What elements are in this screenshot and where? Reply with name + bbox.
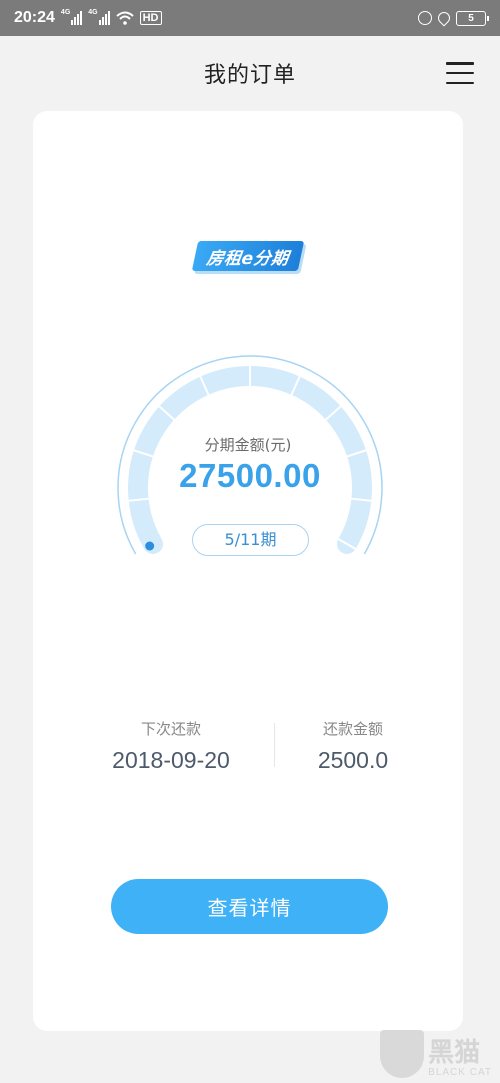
lock-circle-icon	[418, 11, 432, 25]
network-type-label-2: 4G	[88, 9, 98, 16]
payment-amount-value: 2500.0	[317, 747, 389, 773]
hamburger-menu-icon[interactable]	[446, 62, 474, 84]
gauge-start-dot	[145, 541, 155, 551]
cat-logo-icon	[380, 1030, 425, 1078]
wifi-icon	[115, 11, 134, 25]
period-badge: 5/11期	[192, 524, 309, 556]
watermark-en: BLACK CAT	[428, 1067, 492, 1078]
battery-icon: 5	[456, 10, 489, 26]
battery-level: 5	[468, 12, 474, 24]
network-type-label: 4G	[60, 9, 71, 16]
watermark: 黑猫 BLACK CAT	[380, 1030, 492, 1078]
order-card: 房租e分期 分期金额(元) 27500.00 5/11期 下次还款 2018-0…	[33, 111, 463, 1031]
status-bar: 20:24 4G 4G HD 5	[0, 0, 500, 36]
app-header: 我的订单	[0, 36, 500, 110]
next-payment-date: 2018-09-20	[112, 747, 230, 773]
status-time: 20:24	[14, 9, 55, 26]
signal-icon-2: 4G	[88, 9, 110, 25]
watermark-cn: 黑猫	[428, 1038, 481, 1068]
hd-icon: HD	[139, 11, 162, 25]
next-payment-column: 下次还款 2018-09-20	[71, 718, 271, 774]
next-payment-label: 下次还款	[140, 720, 201, 738]
payment-amount-column: 还款金额 2500.0	[253, 718, 453, 774]
view-details-button[interactable]: 查看详情	[111, 879, 388, 934]
gauge-label: 分期金额(元)	[204, 436, 292, 454]
page-title: 我的订单	[203, 63, 296, 88]
signal-icon: 4G	[60, 9, 83, 25]
installment-amount: 27500.00	[179, 457, 321, 494]
installment-gauge	[117, 355, 383, 555]
payment-amount-label: 还款金额	[322, 720, 383, 738]
location-icon	[435, 9, 453, 27]
